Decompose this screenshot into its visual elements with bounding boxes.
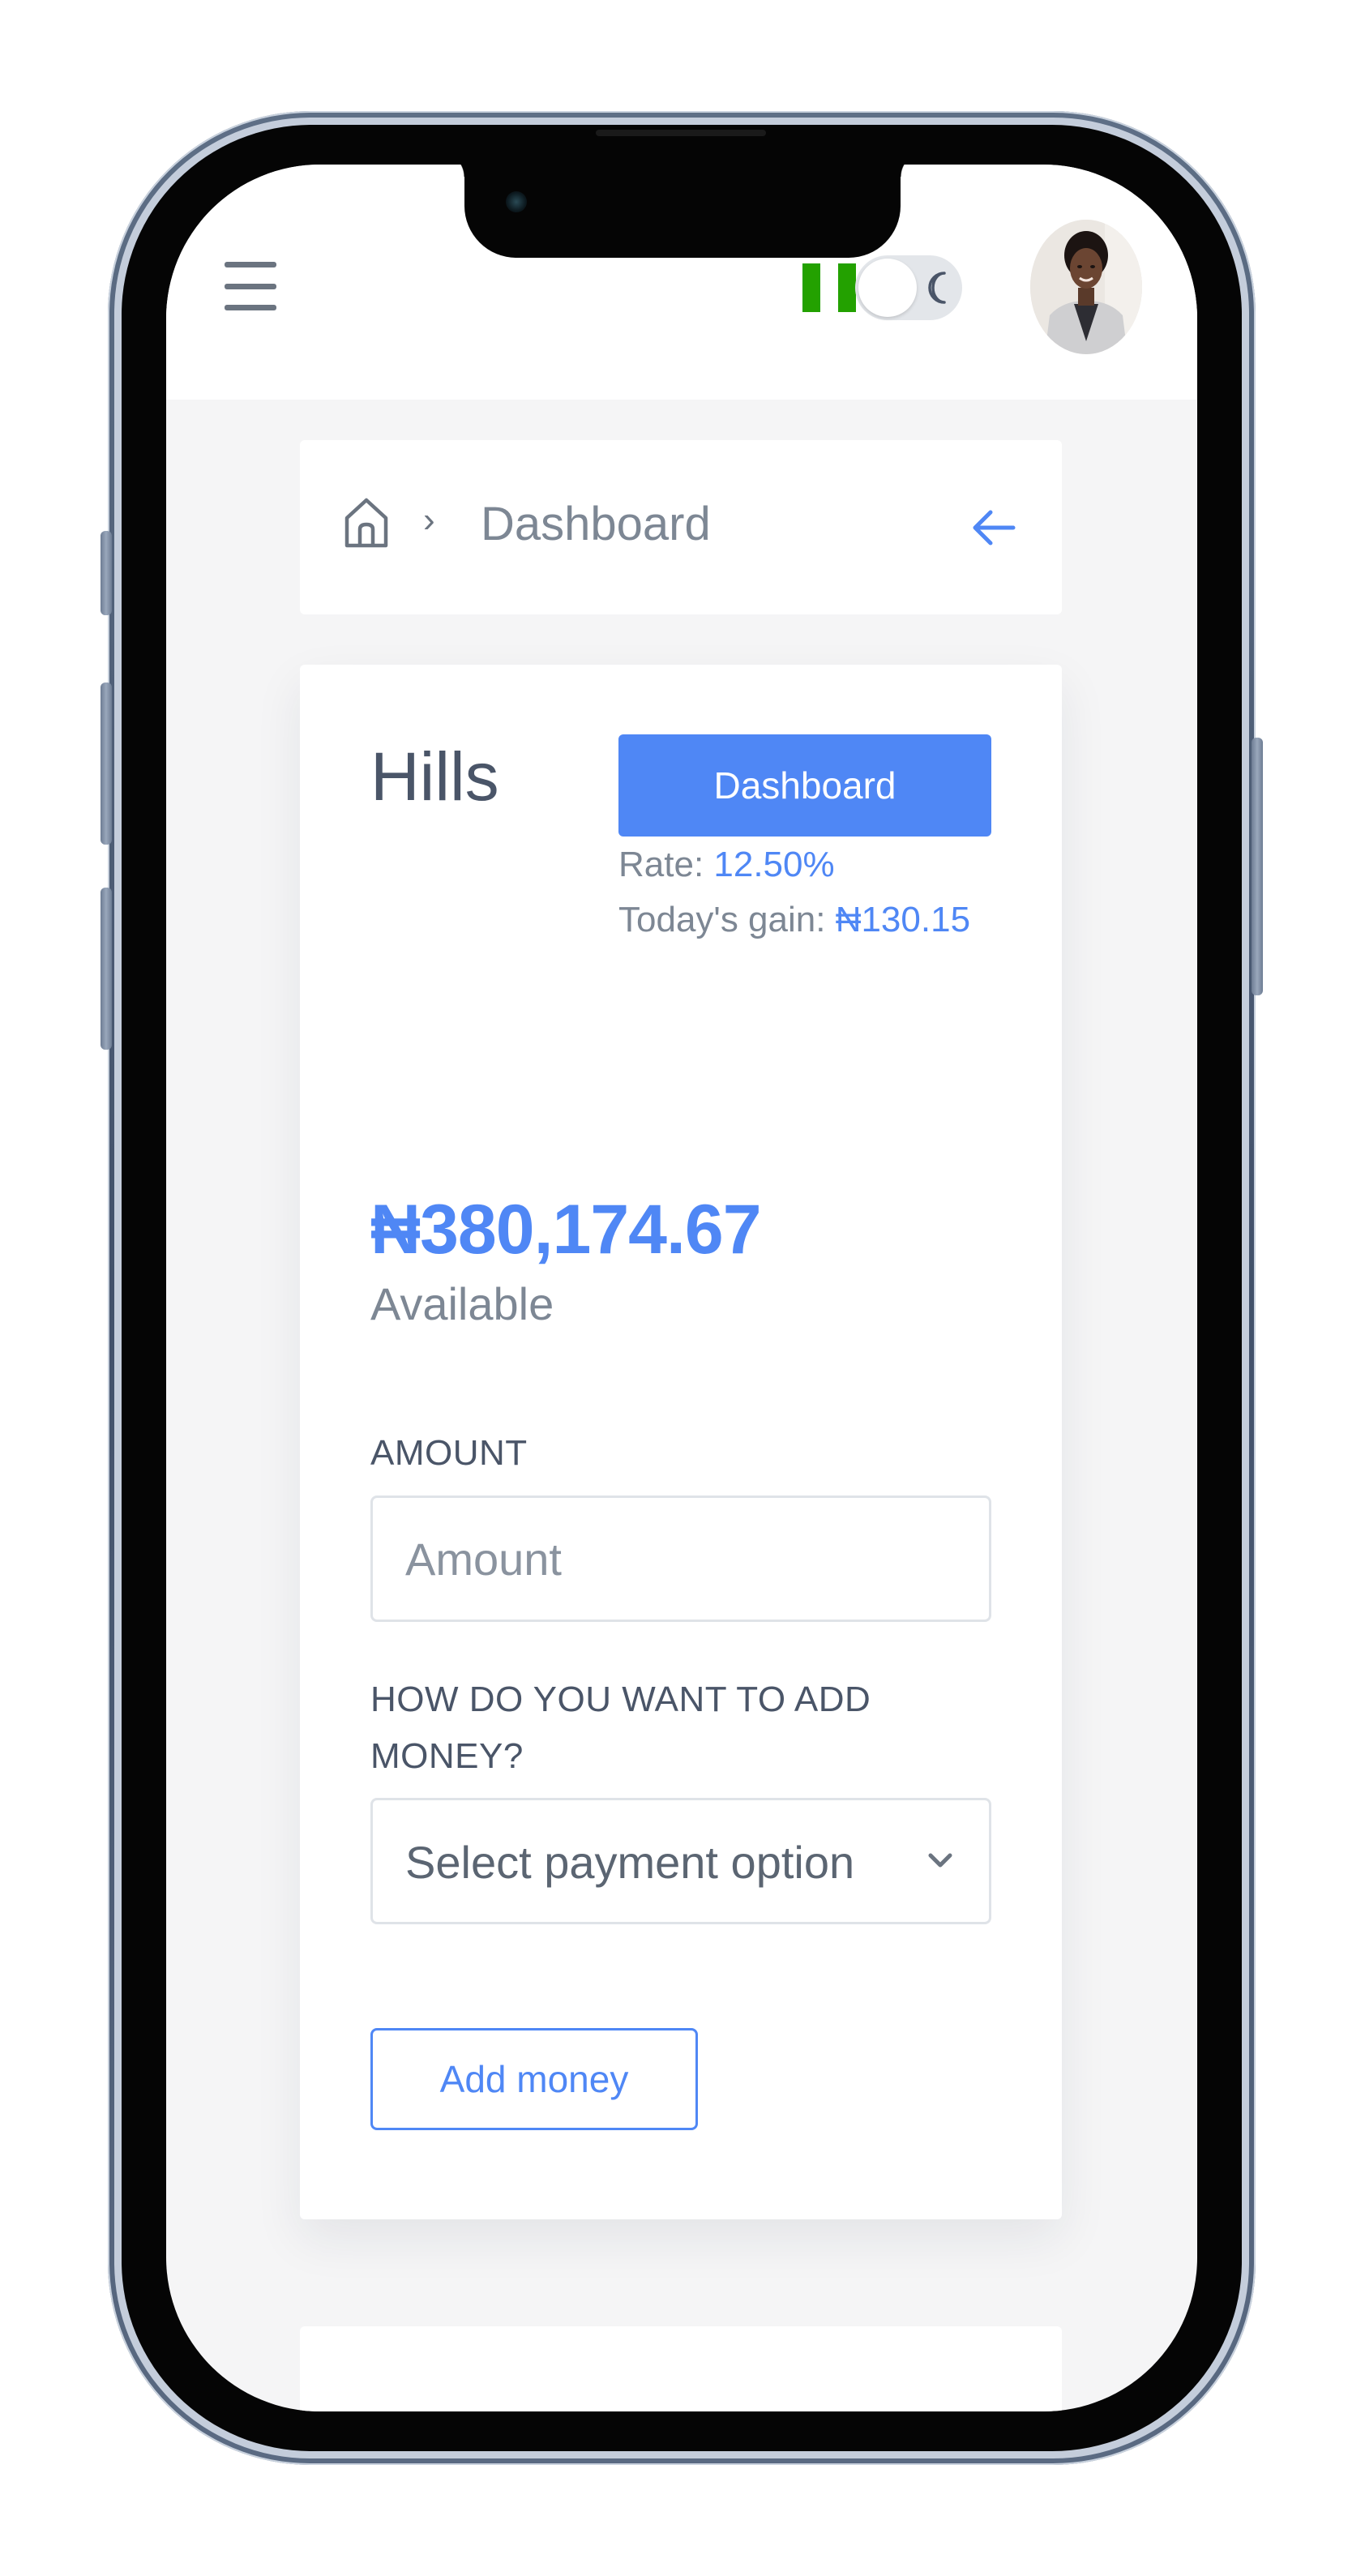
theme-toggle[interactable] <box>855 255 962 320</box>
hamburger-menu-icon[interactable] <box>225 262 276 310</box>
theme-toggle-knob <box>858 259 917 317</box>
gain-line: Today's gain: ₦130.15 <box>618 900 970 940</box>
payment-option-value: Select payment option <box>405 1837 855 1888</box>
breadcrumb: › Dashboard <box>300 440 1062 614</box>
add-money-button[interactable]: Add money <box>370 2028 698 2130</box>
user-avatar[interactable] <box>1030 220 1142 354</box>
phone-speaker <box>596 130 766 136</box>
available-balance: ₦380,174.67 <box>370 1191 762 1269</box>
balance-caption: Available <box>370 1278 554 1329</box>
dashboard-button[interactable]: Dashboard <box>618 734 991 837</box>
volume-up-button <box>101 683 112 845</box>
add-money-card: Hills Dashboard Rate: 12.50% Today's gai… <box>300 665 1062 2219</box>
breadcrumb-separator: › <box>423 500 435 540</box>
arrow-left-icon[interactable] <box>971 508 1016 547</box>
next-card <box>300 2326 1062 2411</box>
volume-down-button <box>101 888 112 1050</box>
gain-value: ₦130.15 <box>835 900 971 939</box>
nigeria-flag-icon[interactable] <box>802 263 856 312</box>
front-camera <box>506 191 527 212</box>
account-name: Hills <box>370 738 499 815</box>
power-button <box>1252 738 1263 995</box>
rate-line: Rate: 12.50% <box>618 845 835 885</box>
avatar-portrait-image <box>1030 220 1142 354</box>
rate-label: Rate: <box>618 845 714 884</box>
silent-switch <box>101 531 112 615</box>
home-icon[interactable] <box>342 495 391 549</box>
app-screen: › Dashboard Hills Dashboard Rate: 12.50%… <box>166 165 1197 2411</box>
breadcrumb-current: Dashboard <box>481 498 711 550</box>
rate-value: 12.50% <box>713 845 835 884</box>
amount-label: AMOUNT <box>370 1433 528 1473</box>
gain-label: Today's gain: <box>618 900 836 939</box>
amount-input[interactable] <box>370 1496 991 1622</box>
phone-notch <box>440 152 925 258</box>
payment-option-select[interactable]: Select payment option <box>370 1798 991 1924</box>
page: › Dashboard Hills Dashboard Rate: 12.50%… <box>0 0 1365 2576</box>
payment-method-label: HOW DO YOU WANT TO ADD MONEY? <box>370 1680 871 1776</box>
chevron-down-icon <box>928 1853 952 1868</box>
moon-icon <box>928 272 946 304</box>
